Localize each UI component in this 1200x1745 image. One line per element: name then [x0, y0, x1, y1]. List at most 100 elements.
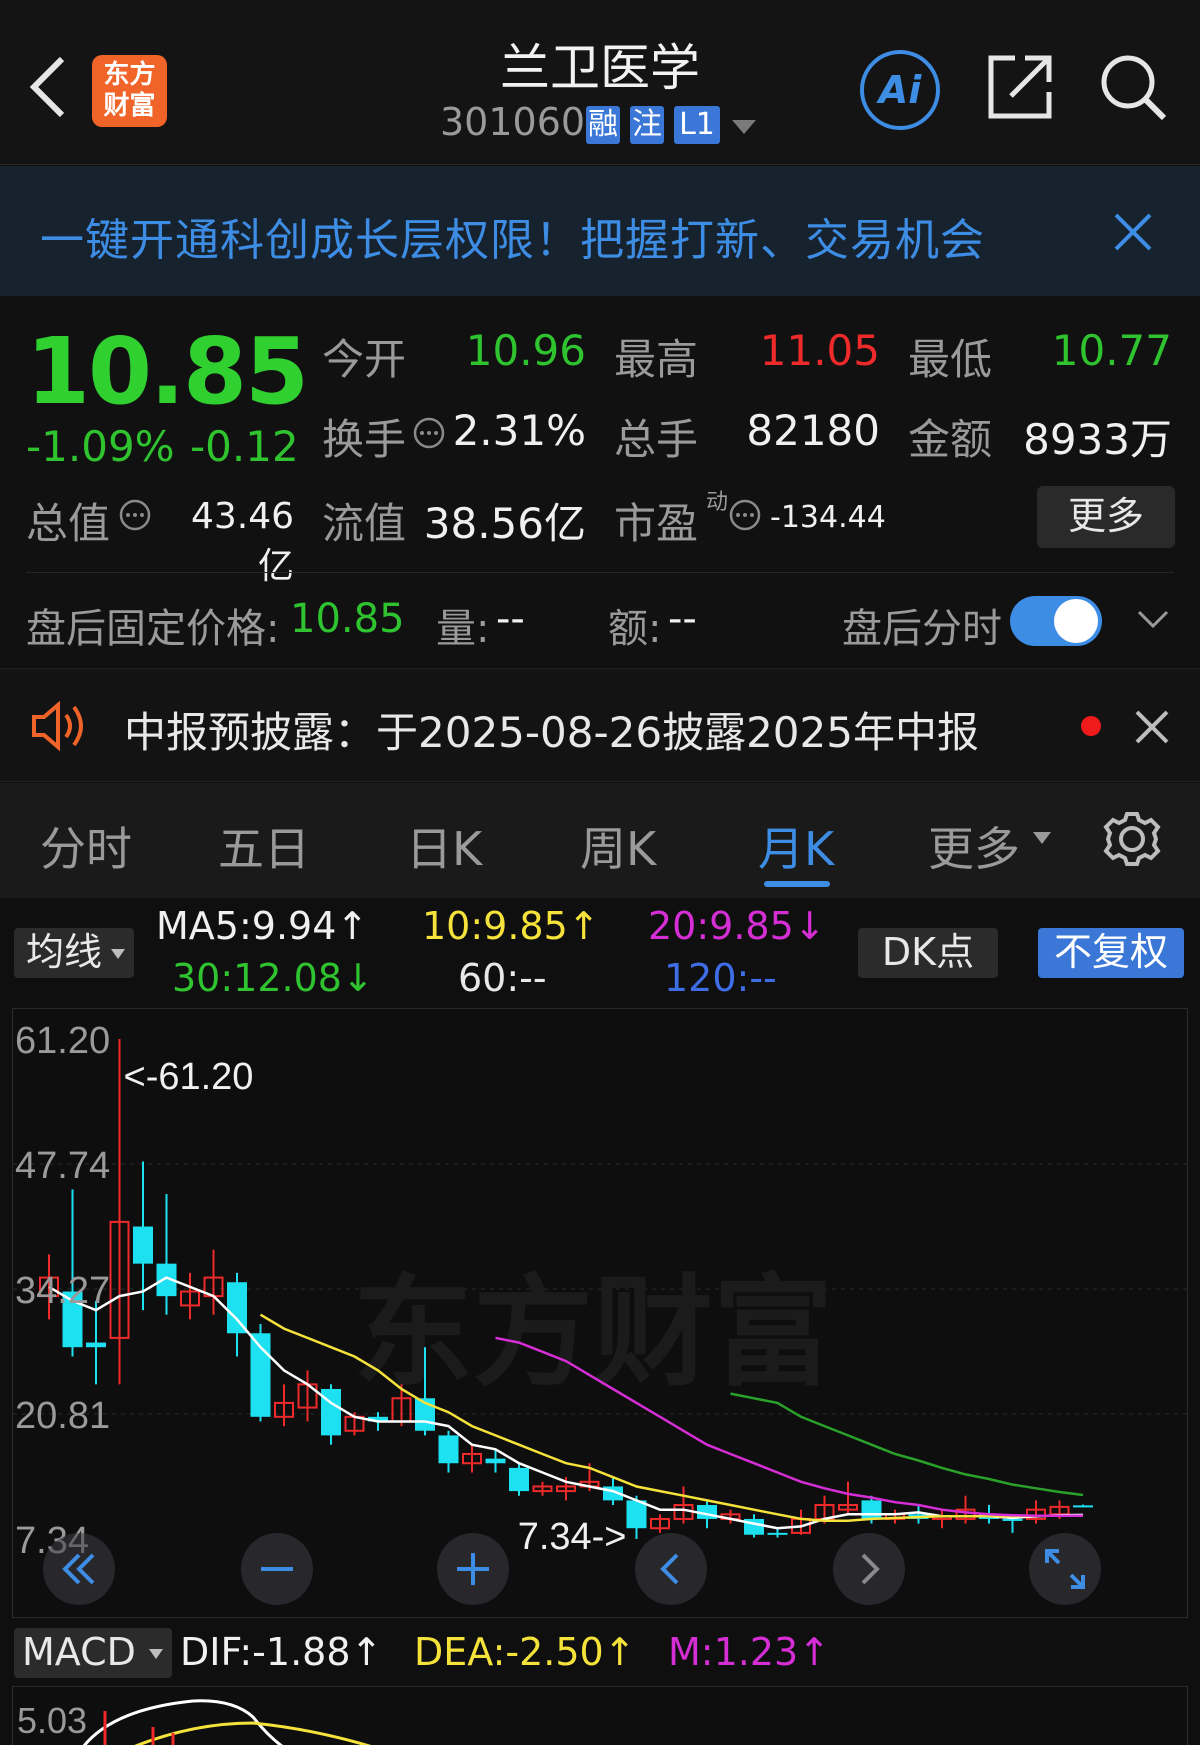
price-adjust-button[interactable]: 不复权 [1038, 928, 1184, 978]
afterhours-price-label: 盘后固定价格: [26, 606, 280, 652]
macd-chart[interactable]: 5.03 [12, 1686, 1188, 1745]
toggle-knob [1054, 599, 1098, 643]
scroll-left-button[interactable] [43, 1533, 115, 1605]
expand-icon [1045, 1549, 1085, 1589]
macd-dea-value: DEA:-2.50↑ [414, 1630, 636, 1674]
ai-assistant-button[interactable]: Ai [860, 50, 940, 130]
tab-more[interactable]: 更多 [928, 813, 1020, 879]
y-axis-tick: 61.20 [15, 1020, 110, 1062]
low-label: 最低 [908, 335, 993, 384]
kline-chart[interactable]: 东方财富 61.20 47.74 34.27 20.81 7.34 <-61.20 7.34… [12, 1008, 1188, 1618]
close-icon[interactable] [1113, 212, 1153, 252]
candle-body [626, 1500, 647, 1529]
minus-icon [261, 1567, 293, 1571]
zoom-out-button[interactable] [241, 1533, 313, 1605]
kline-svg: 东方财富 61.2047.7434.2720.817.34<-61.207.34… [13, 1020, 1187, 1562]
active-tab-indicator [764, 881, 830, 887]
ma5-value: MA5:9.94↑ [156, 904, 369, 948]
max-price-label: <-61.20 [124, 1056, 254, 1098]
turnover-value: 2.31% [452, 406, 586, 455]
indicator-bar: 均线 MA5:9.94↑ 10:9.85↑ 20:9.85↓ 30:12.08↓… [0, 898, 1200, 1008]
macd-m-value: M:1.23↑ [668, 1630, 831, 1674]
level-tag: L1 [674, 106, 720, 144]
y-axis-tick: 47.74 [15, 1145, 110, 1187]
macd-dif-value: DIF:-1.88↑ [180, 1630, 383, 1674]
info-icon[interactable] [412, 416, 446, 450]
min-price-label: 7.34-> [518, 1516, 627, 1558]
tab-weekly-k[interactable]: 周K [580, 813, 656, 879]
open-label: 今开 [322, 335, 407, 384]
header: 东方 财富 兰卫医学 301060 融 注 L1 Ai [0, 0, 1200, 165]
pe-value: -134.44 [770, 500, 886, 535]
open-value: 10.96 [465, 326, 586, 375]
indicator-selector-label: 均线 [26, 930, 103, 974]
y-axis-tick: 20.81 [15, 1395, 110, 1437]
info-icon[interactable] [118, 498, 152, 532]
stock-code: 301060 [440, 100, 586, 144]
change-percent: -1.09% [26, 422, 175, 471]
candle-body [86, 1342, 106, 1348]
tab-intraday[interactable]: 分时 [40, 813, 132, 879]
high-value: 11.05 [759, 326, 880, 375]
scroll-prev-button[interactable] [635, 1533, 707, 1605]
float-cap-label: 流值 [322, 499, 407, 548]
zoom-in-button[interactable] [437, 1533, 509, 1605]
afterhours-toggle[interactable] [1010, 596, 1102, 646]
margin-tag: 融 [586, 106, 620, 144]
afterhours-amount-label: 额: [608, 606, 662, 652]
notice-bar[interactable]: 中报预披露：于2025-08-26披露2025年中报 [0, 668, 1200, 782]
promo-banner-text: 一键开通科创成长层权限！把握打新、交易机会 [40, 215, 985, 266]
fullscreen-button[interactable] [1029, 1533, 1101, 1605]
search-icon[interactable] [1098, 52, 1170, 124]
pe-superscript: 动 [706, 490, 729, 515]
afterhours-amount-value: -- [668, 596, 697, 642]
chevron-left-icon [660, 1553, 679, 1585]
dropdown-caret-icon[interactable] [1032, 831, 1052, 845]
period-tabs: 分时 五日 日K 周K 月K 更多 [0, 783, 1200, 898]
candle-body [133, 1226, 153, 1264]
dropdown-caret-icon [111, 949, 125, 959]
sub-indicator-bar: MACD DIF:-1.88↑ DEA:-2.50↑ M:1.23↑ [0, 1620, 1200, 1684]
float-cap-value: 38.56亿 [423, 499, 586, 548]
ma20-value: 20:9.85↓ [648, 904, 826, 948]
afterhours-timeshare-label: 盘后分时 [842, 606, 1002, 652]
afterhours-price-value: 10.85 [290, 596, 405, 642]
candle-body [485, 1458, 506, 1464]
chevron-down-icon[interactable] [1136, 608, 1170, 632]
plus-icon [457, 1553, 489, 1585]
close-icon[interactable] [1134, 709, 1170, 745]
dk-point-button[interactable]: DK点 [858, 928, 998, 978]
quote-panel: 10.85 -1.09% -0.12 今开 10.96 最高 11.05 最低 … [0, 296, 1200, 666]
tab-monthly-k[interactable]: 月K [758, 813, 834, 879]
change-amount: -0.12 [190, 422, 299, 471]
candle-body [438, 1435, 459, 1464]
ma60-value: 60:-- [458, 956, 547, 1000]
turnover-label: 换手 [322, 415, 407, 464]
more-button[interactable]: 更多 [1037, 486, 1175, 548]
share-icon[interactable] [985, 52, 1055, 122]
amount-label: 金额 [908, 415, 993, 464]
tab-daily-k[interactable]: 日K [406, 813, 482, 879]
candle-body [767, 1532, 788, 1535]
pe-label: 市盈 [614, 499, 699, 548]
divider [26, 572, 1174, 573]
dropdown-caret-icon[interactable] [730, 118, 758, 136]
volume-label: 总手 [614, 415, 699, 464]
low-value: 10.77 [1051, 326, 1172, 375]
last-price: 10.85 [26, 318, 309, 425]
candle-body [861, 1500, 882, 1519]
double-left-icon [62, 1553, 95, 1585]
tab-five-day[interactable]: 五日 [218, 813, 310, 879]
macd-dea-line [134, 1721, 372, 1745]
scroll-next-button[interactable] [833, 1533, 905, 1605]
speaker-icon [32, 701, 83, 751]
market-cap-value: 43.46亿 [190, 496, 294, 587]
high-label: 最高 [614, 335, 699, 384]
candle-body [1073, 1505, 1093, 1508]
promo-banner[interactable]: 一键开通科创成长层权限！把握打新、交易机会 [0, 166, 1200, 296]
settings-gear-icon[interactable] [1100, 807, 1164, 871]
volume-value: 82180 [746, 406, 880, 455]
info-icon[interactable] [728, 498, 762, 532]
ma10-value: 10:9.85↑ [422, 904, 600, 948]
dropdown-caret-icon [149, 1649, 163, 1659]
